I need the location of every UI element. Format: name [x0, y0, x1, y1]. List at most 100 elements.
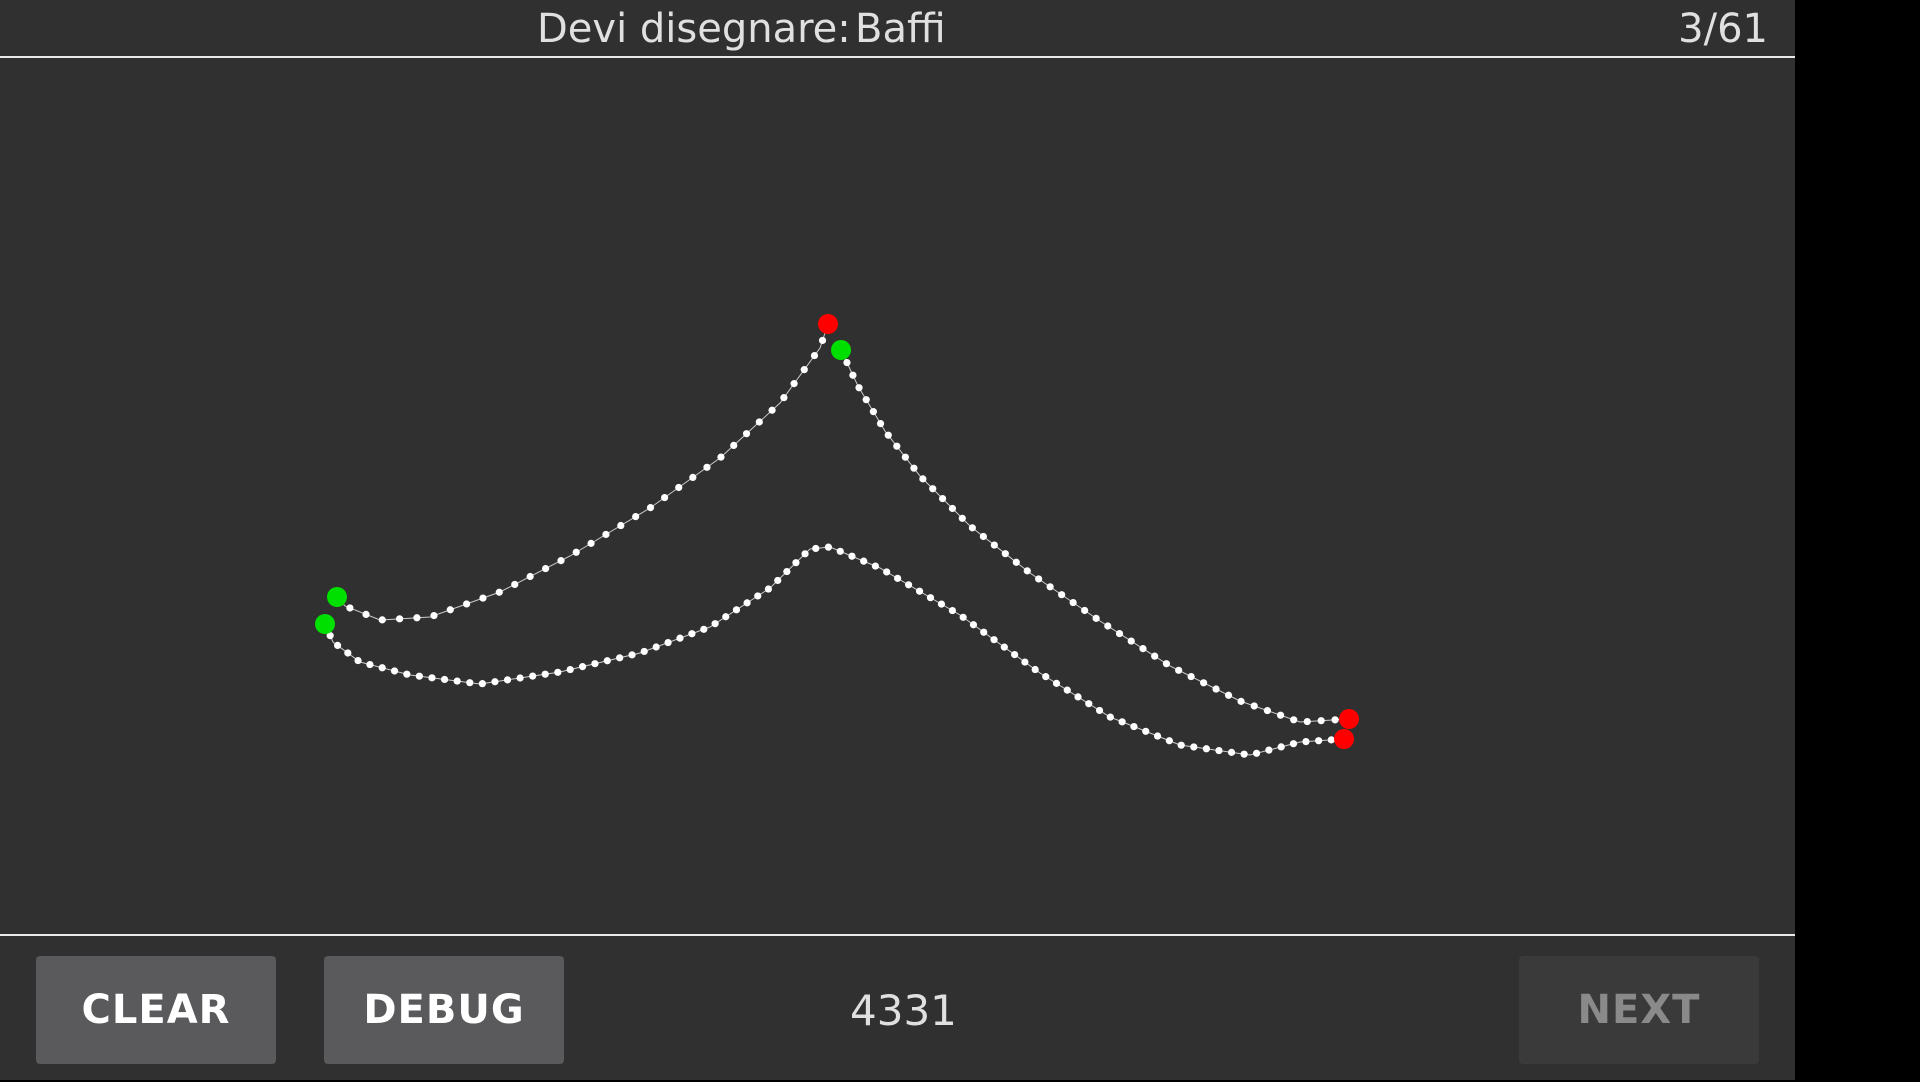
stroke-point: [354, 656, 362, 665]
stroke-point: [812, 544, 820, 553]
stroke-point: [801, 550, 809, 558]
stroke-point: [958, 514, 966, 522]
stroke-point: [1289, 740, 1298, 748]
stroke-start-marker: [315, 614, 335, 634]
stroke-point: [1237, 697, 1245, 705]
stroke-point: [1130, 722, 1138, 731]
stroke-point: [1162, 660, 1171, 668]
stroke-point: [894, 574, 902, 582]
stroke-point: [1252, 749, 1261, 757]
stroke-point: [333, 641, 342, 650]
stroke-point: [1095, 706, 1104, 715]
stroke-point: [871, 562, 880, 570]
stroke-point: [836, 547, 844, 555]
stroke-point: [700, 625, 708, 633]
stroke-point: [1118, 718, 1126, 726]
stroke-point: [1165, 737, 1173, 745]
stroke-end-marker: [1334, 729, 1354, 749]
stroke-point: [675, 483, 683, 492]
stroke-point: [1142, 727, 1150, 735]
app-screen: Devi disegnare: Baffi 3/61 CLEAR DEBUG 4…: [0, 0, 1795, 1080]
stroke-point: [479, 594, 487, 602]
stroke-point: [1276, 711, 1285, 719]
stroke-point: [855, 384, 863, 392]
stroke-point: [730, 441, 738, 450]
stroke-point: [969, 621, 978, 629]
stroke-point: [717, 453, 725, 461]
stroke-start-marker: [327, 587, 347, 607]
stroke-point: [919, 475, 927, 483]
stroke-point: [800, 366, 808, 374]
stroke-point: [1227, 748, 1236, 756]
stroke-point: [1303, 717, 1311, 726]
stroke-point: [1127, 637, 1135, 645]
stroke-point: [428, 674, 436, 682]
stroke-point: [415, 672, 423, 680]
stroke-point: [617, 521, 625, 530]
stroke-point: [366, 660, 374, 669]
stroke-point: [742, 430, 751, 438]
stroke-point: [526, 572, 534, 581]
stroke-point: [1212, 685, 1220, 693]
stroke-point: [732, 606, 741, 614]
stroke-point: [1240, 750, 1248, 758]
stroke-point: [1031, 665, 1039, 674]
stroke-point: [938, 494, 947, 503]
stroke-line: [336, 323, 829, 621]
stroke-point: [792, 559, 800, 567]
stroke-point: [790, 380, 798, 388]
stroke-point: [378, 664, 386, 672]
stroke-point: [503, 676, 512, 684]
drawing-canvas[interactable]: [0, 58, 1795, 934]
stroke-point: [1092, 614, 1100, 622]
stroke-point: [430, 611, 438, 620]
drawing-surface[interactable]: [0, 58, 1795, 934]
stroke-point: [602, 530, 610, 539]
stroke-point: [1001, 550, 1009, 558]
stroke-point: [937, 600, 946, 608]
stroke-point: [491, 678, 499, 686]
stroke-point: [616, 654, 624, 662]
stroke-point: [1177, 741, 1185, 749]
stroke-point: [1046, 583, 1054, 591]
stroke-point: [495, 588, 503, 596]
stroke-point: [1290, 716, 1298, 724]
stroke-point: [689, 473, 697, 482]
stroke-point: [1302, 737, 1310, 746]
stroke-point: [466, 679, 474, 687]
stroke-point: [926, 594, 935, 602]
stroke-point: [541, 564, 550, 573]
stroke-point: [1042, 673, 1050, 681]
stroke-point: [1000, 643, 1008, 651]
stroke-point: [344, 649, 352, 657]
stroke-point: [463, 600, 471, 608]
stroke-point: [413, 614, 421, 622]
stroke-point: [910, 464, 918, 472]
stroke-point: [948, 504, 957, 513]
stroke-point: [1085, 700, 1093, 708]
stroke-point: [860, 557, 868, 565]
stroke-point: [1175, 666, 1183, 674]
stroke-point: [929, 485, 937, 493]
stroke-2: [831, 340, 1359, 729]
stroke-point: [646, 504, 655, 512]
stroke-point: [743, 599, 751, 607]
stroke-point: [652, 643, 660, 651]
clear-button[interactable]: CLEAR: [36, 956, 276, 1064]
stroke-point: [959, 613, 967, 621]
stroke-point: [810, 351, 819, 360]
stroke-end-marker: [1339, 709, 1359, 729]
stroke-point: [703, 463, 711, 471]
stroke-point: [566, 665, 574, 674]
stroke-point: [818, 336, 827, 345]
stroke-point: [883, 568, 891, 576]
stroke-point: [1187, 672, 1195, 681]
stroke-point: [783, 567, 791, 576]
stroke-point: [893, 442, 901, 450]
stroke-point: [688, 630, 696, 638]
stroke-point: [1215, 746, 1223, 755]
stroke-point: [676, 634, 684, 642]
stroke-point: [754, 592, 762, 600]
stroke-3: [315, 543, 1354, 758]
debug-button[interactable]: DEBUG: [324, 956, 564, 1064]
